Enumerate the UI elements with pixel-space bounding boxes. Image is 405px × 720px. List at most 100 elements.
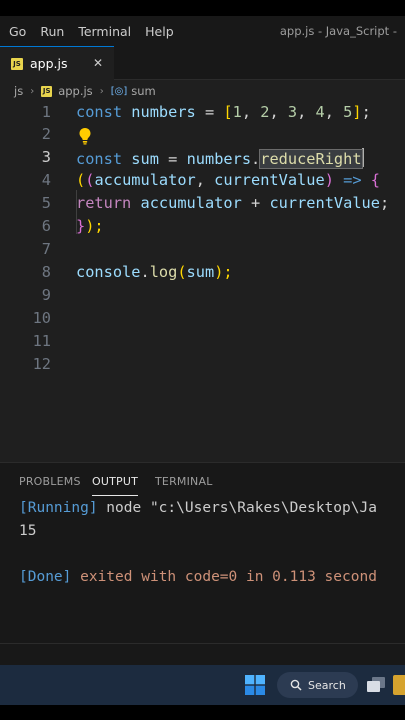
running-tag: [Running]	[19, 500, 98, 516]
running-command: node "c:\Users\Rakes\Desktop\Ja	[97, 500, 377, 516]
line-number: 9	[41, 286, 51, 304]
line-number: 8	[41, 263, 51, 281]
code-line: 7	[0, 239, 405, 261]
breadcrumb-folder[interactable]: js	[14, 84, 23, 98]
menu-run[interactable]: Run	[33, 24, 71, 39]
js-file-icon: JS	[11, 57, 23, 70]
code-line: 8 console.log(sum);	[0, 262, 405, 284]
token: );	[85, 217, 104, 235]
menu-terminal[interactable]: Terminal	[71, 24, 138, 39]
output-line-done: [Done] exited with code=0 in 0.113 secon…	[19, 569, 377, 585]
file-explorer-icon[interactable]	[393, 675, 405, 695]
code-line: 2	[0, 124, 405, 146]
tab-output[interactable]: OUTPUT	[92, 475, 139, 496]
code-line: 6 });	[0, 216, 405, 238]
code-line: 11	[0, 331, 405, 353]
token: sum	[131, 150, 159, 168]
token: (	[177, 263, 187, 281]
menu-help[interactable]: Help	[138, 24, 181, 39]
token: numbers	[186, 150, 252, 168]
code-line: 3 const sum = numbers.reduceRight	[0, 147, 405, 169]
breadcrumb: js › JS app.js › [◎] sum	[0, 80, 405, 102]
code-text: });	[76, 217, 104, 235]
token: ,	[241, 103, 261, 121]
taskbar-search[interactable]: Search	[277, 672, 358, 698]
token: )	[324, 171, 334, 189]
code-text: const numbers = [1, 2, 3, 4, 5];	[76, 103, 371, 121]
tab-app-js[interactable]: JS app.js ✕	[0, 46, 114, 80]
token: accumulator	[140, 194, 242, 212]
windows-taskbar: Search	[0, 665, 405, 705]
token: const	[76, 150, 123, 168]
text-cursor	[361, 148, 364, 167]
top-black-bar	[0, 0, 405, 16]
token: accumulator	[94, 171, 196, 189]
token: =>	[333, 171, 371, 189]
token: ;	[361, 103, 371, 121]
window-title: app.js - Java_Script -	[279, 24, 397, 38]
line-number: 7	[41, 240, 51, 258]
selected-token[interactable]: reduceRight	[259, 149, 363, 169]
code-line: 12	[0, 354, 405, 376]
editor-tab-strip: JS app.js ✕	[0, 46, 405, 80]
token: ,	[195, 171, 215, 189]
code-text: ((accumulator, currentValue) => {	[76, 171, 380, 189]
panel-tabs: PROBLEMS OUTPUT TERMINAL	[0, 463, 405, 499]
token: currentValue	[214, 171, 325, 189]
token: 5	[343, 103, 353, 121]
close-icon[interactable]: ✕	[93, 56, 103, 70]
line-number: 5	[41, 194, 51, 212]
token: {	[370, 171, 380, 189]
line-number: 1	[41, 103, 51, 121]
token: (	[76, 171, 86, 189]
token: sum	[186, 263, 215, 281]
bottom-panel: PROBLEMS OUTPUT TERMINAL [Running] node …	[0, 462, 405, 667]
js-file-icon: JS	[41, 85, 53, 97]
token: return	[76, 194, 132, 212]
code-line: 1 const numbers = [1, 2, 3, 4, 5];	[0, 102, 405, 124]
menu-go[interactable]: Go	[0, 24, 33, 39]
screenshot-frame: Go Run Terminal Help app.js - Java_Scrip…	[0, 0, 405, 720]
line-number: 4	[41, 171, 51, 189]
token: =	[195, 103, 224, 121]
done-message: exited with code=0 in 0.113 second	[71, 569, 377, 585]
token: 4	[315, 103, 325, 121]
windows-start-icon[interactable]	[245, 675, 265, 695]
chevron-right-icon: ›	[99, 85, 104, 97]
code-text: return accumulator + currentValue;	[76, 194, 389, 212]
token: ,	[297, 103, 316, 121]
line-number: 6	[41, 217, 51, 235]
code-line: 5 return accumulator + currentValue;	[0, 193, 405, 215]
tab-problems[interactable]: PROBLEMS	[19, 475, 81, 488]
code-line: 9	[0, 285, 405, 307]
line-number: 11	[32, 332, 51, 350]
task-view-icon[interactable]	[366, 676, 386, 694]
token: +	[241, 194, 270, 212]
code-line: 10	[0, 308, 405, 330]
token: const	[76, 103, 123, 121]
token: ]	[352, 103, 362, 121]
token: ,	[269, 103, 288, 121]
tab-terminal[interactable]: TERMINAL	[155, 475, 213, 488]
breadcrumb-file[interactable]: app.js	[58, 84, 93, 98]
search-icon	[290, 679, 302, 691]
token: 3	[287, 103, 298, 121]
done-tag: [Done]	[19, 569, 72, 585]
token: );	[214, 263, 233, 281]
menu-bar: Go Run Terminal Help app.js - Java_Scrip…	[0, 16, 405, 46]
code-editor[interactable]: 1 const numbers = [1, 2, 3, 4, 5]; 2 3 c…	[0, 102, 405, 462]
token: .	[251, 150, 261, 168]
code-line: 4 ((accumulator, currentValue) => {	[0, 170, 405, 192]
token: numbers	[131, 103, 196, 121]
token: }	[76, 217, 86, 235]
lightbulb-icon[interactable]	[78, 127, 92, 145]
breadcrumb-symbol[interactable]: sum	[131, 84, 155, 98]
output-result: 15	[19, 523, 37, 539]
token: [	[223, 103, 233, 121]
line-number: 12	[32, 355, 51, 373]
line-number: 3	[41, 148, 51, 166]
token: ;	[379, 194, 390, 212]
token: currentValue	[269, 194, 380, 212]
bottom-black-bar	[0, 705, 405, 720]
token: console	[76, 263, 141, 281]
